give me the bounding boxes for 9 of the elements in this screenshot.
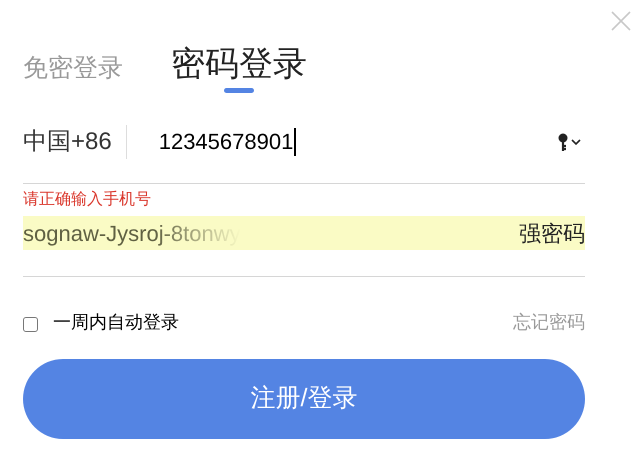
phone-input-field[interactable]: 12345678901 xyxy=(158,128,296,156)
country-code[interactable]: 中国+86 xyxy=(23,124,127,158)
login-tab[interactable]: 密码登录 xyxy=(171,42,307,93)
error-message: 请正确输入手机号 xyxy=(23,190,152,210)
register-login-button[interactable]: 注册/登录 xyxy=(23,359,585,439)
checkbox[interactable] xyxy=(23,316,38,332)
remember-label: 一周内自动登录 xyxy=(53,311,179,334)
close-icon xyxy=(610,10,632,32)
key-dropdown-icon[interactable] xyxy=(557,132,583,152)
